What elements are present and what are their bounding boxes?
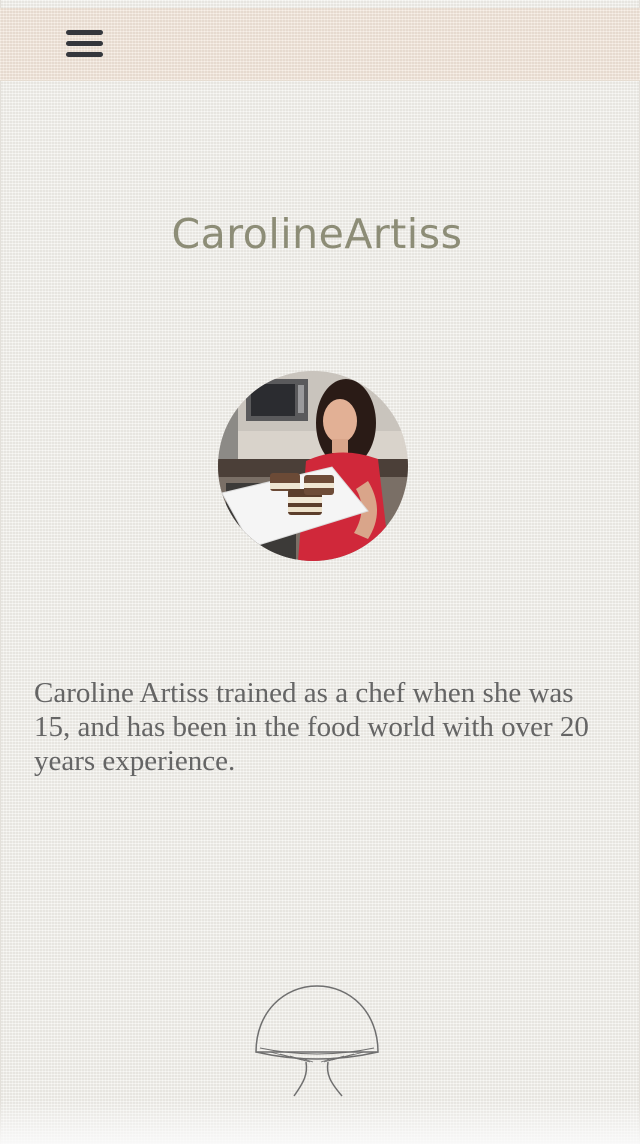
mushroom-icon [250, 982, 384, 1102]
menu-bar [66, 52, 103, 57]
top-bar [0, 8, 640, 81]
menu-bar [66, 41, 103, 46]
bottom-fade [0, 1100, 640, 1144]
profile-photo [218, 371, 408, 561]
bio-text: Caroline Artiss trained as a chef when s… [34, 677, 589, 777]
site-title: CarolineArtiss [171, 210, 463, 258]
menu-bar [66, 30, 103, 35]
hamburger-menu-icon[interactable] [64, 28, 106, 62]
page-frame [0, 0, 640, 1144]
